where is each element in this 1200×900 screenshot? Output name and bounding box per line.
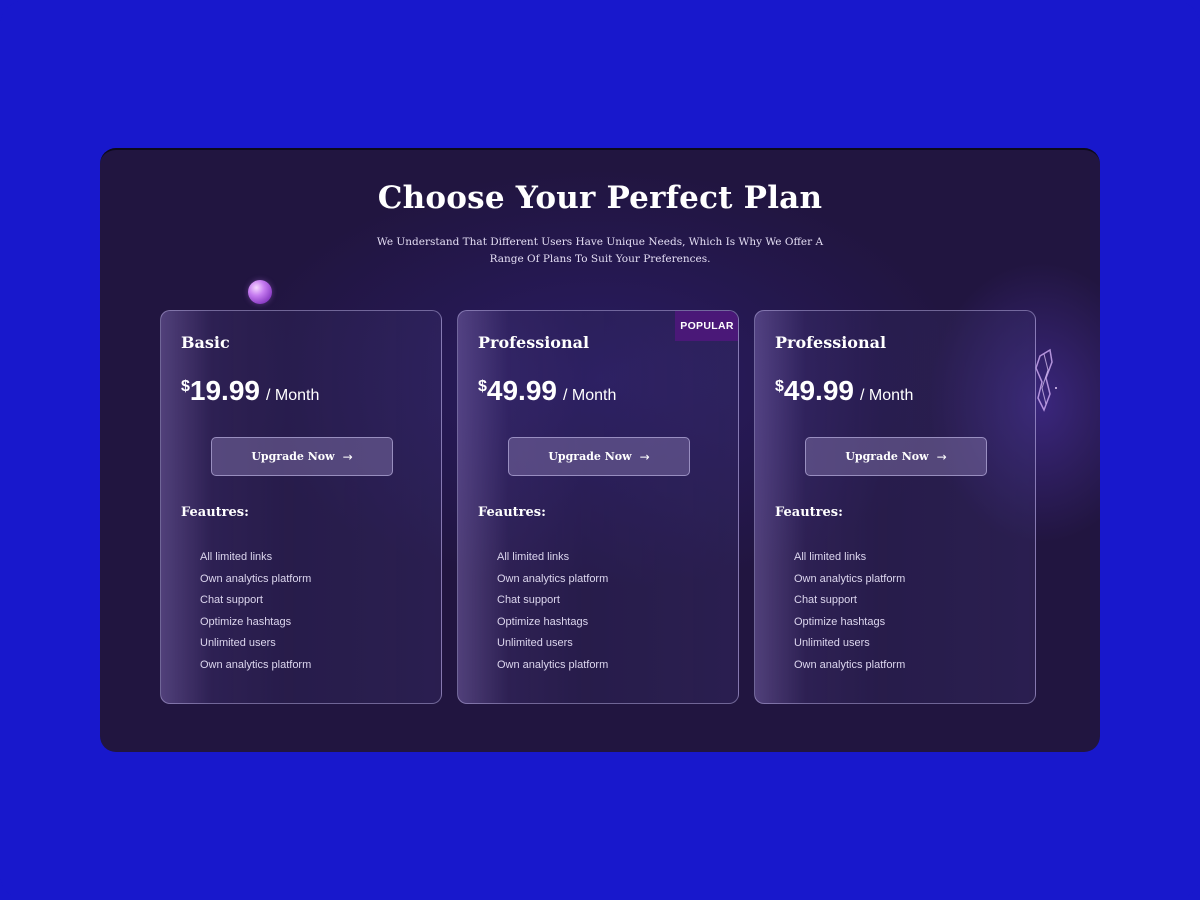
feature-item: Optimize hashtags — [794, 615, 886, 628]
price-amount: 19.99 — [189, 375, 260, 406]
features-heading: Feautres: — [181, 505, 249, 520]
plan-price: $49.99 / Month — [478, 375, 616, 407]
feature-list: All limited links Own analytics platform… — [200, 550, 311, 679]
upgrade-button-label: Upgrade Now — [251, 450, 335, 463]
plan-card-professional-popular: POPULAR Professional $49.99 / Month Upgra… — [457, 310, 739, 704]
price-amount: 49.99 — [783, 375, 854, 406]
plan-card-professional: Professional $49.99 / Month Upgrade Now →… — [754, 310, 1036, 704]
features-heading: Feautres: — [775, 505, 843, 520]
upgrade-now-button[interactable]: Upgrade Now → — [508, 437, 690, 476]
price-period: / Month — [859, 387, 914, 404]
page-subtitle: We Understand That Different Users Have … — [376, 236, 824, 265]
plan-name: Basic — [181, 333, 230, 352]
arrow-right-icon: → — [342, 449, 353, 464]
popular-badge: POPULAR — [675, 311, 738, 341]
plan-price: $19.99 / Month — [181, 375, 319, 407]
page-background: Choose Your Perfect Plan We Understand T… — [0, 0, 1200, 900]
feature-item: All limited links — [794, 551, 867, 563]
price-period: / Month — [562, 387, 617, 404]
feature-item: All limited links — [200, 551, 273, 563]
upgrade-button-label: Upgrade Now — [548, 450, 632, 463]
upgrade-now-button[interactable]: Upgrade Now → — [211, 437, 393, 476]
plan-name: Professional — [478, 333, 590, 352]
price-amount: 49.99 — [486, 375, 557, 406]
arrow-right-icon: → — [639, 449, 650, 464]
plan-card-basic: Basic $19.99 / Month Upgrade Now → Feautr… — [160, 310, 442, 704]
feature-item: Unlimited users — [497, 637, 573, 649]
feature-item: Unlimited users — [200, 637, 276, 649]
price-currency: $ — [775, 378, 784, 395]
feature-item: Optimize hashtags — [200, 615, 292, 628]
feature-item: Chat support — [497, 594, 560, 606]
features-heading: Feautres: — [478, 505, 546, 520]
plan-name: Professional — [775, 333, 887, 352]
feature-item: Chat support — [200, 594, 263, 606]
pricing-section: Choose Your Perfect Plan We Understand T… — [100, 148, 1100, 752]
feature-item: All limited links — [497, 551, 570, 563]
feature-item: Own analytics platform — [200, 658, 312, 671]
upgrade-button-label: Upgrade Now — [845, 450, 929, 463]
feature-list: All limited links Own analytics platform… — [497, 550, 608, 679]
feature-list: All limited links Own analytics platform… — [794, 550, 905, 679]
feature-item: Chat support — [794, 594, 857, 606]
crystal-decoration — [1035, 348, 1057, 412]
upgrade-now-button[interactable]: Upgrade Now → — [805, 437, 987, 476]
page-title: Choose Your Perfect Plan — [377, 180, 823, 216]
arrow-right-icon: → — [936, 449, 947, 464]
feature-item: Unlimited users — [794, 637, 870, 649]
orb-decoration — [248, 280, 272, 304]
feature-item: Own analytics platform — [794, 572, 906, 585]
price-currency: $ — [478, 378, 487, 395]
feature-item: Own analytics platform — [794, 658, 906, 671]
price-period: / Month — [265, 387, 320, 404]
feature-item: Own analytics platform — [200, 572, 312, 585]
plan-price: $49.99 / Month — [775, 375, 913, 407]
feature-item: Own analytics platform — [497, 658, 609, 671]
feature-item: Optimize hashtags — [497, 615, 589, 628]
price-currency: $ — [181, 378, 190, 395]
feature-item: Own analytics platform — [497, 572, 609, 585]
